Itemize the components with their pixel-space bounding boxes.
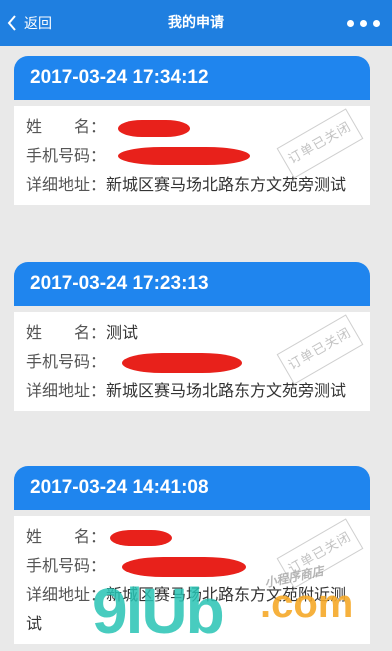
order-details: 姓 名： 手机号码： 详细地址：新城区赛马场北路东方文苑旁测试 订单已关闭 [14,106,370,205]
name-label: 姓 名： [26,117,107,136]
order-card[interactable]: 2017-03-24 17:23:13 姓 名： 测试 手机号码： 详细地址：新… [14,262,370,411]
phone-label: 手机号码： [26,352,107,371]
redaction-mark [118,120,190,137]
watermark-suffix: .com [260,582,354,626]
page-title: 我的申请 [168,15,224,31]
order-card[interactable]: 2017-03-24 17:34:12 姓 名： 手机号码： 详细地址：新城区赛… [14,56,370,205]
watermark-main: 9lUb [92,575,225,647]
address-label: 详细地址： [26,175,107,194]
name-label: 姓 名： [26,323,107,342]
address-value: 新城区赛马场北路东方文苑旁测试 [106,175,347,194]
top-navigation-bar: 返回 我的申请 [0,0,392,46]
back-label: 返回 [24,16,52,32]
order-details: 姓 名： 测试 手机号码： 详细地址：新城区赛马场北路东方文苑旁测试 订单已关闭 [14,312,370,411]
back-button[interactable]: 返回 [6,0,52,46]
site-watermark: 9lUb 小程序商店 .com [92,564,392,651]
redaction-mark [122,353,242,373]
order-date: 2017-03-24 14:41:08 [14,466,370,510]
chevron-left-icon [7,15,16,31]
order-date: 2017-03-24 17:23:13 [14,262,370,306]
address-row: 详细地址：新城区赛马场北路东方文苑旁测试 [26,170,360,199]
redaction-mark [110,530,172,546]
redaction-mark [118,147,250,165]
address-label: 详细地址： [26,381,107,400]
phone-label: 手机号码： [26,146,107,165]
more-dots-icon[interactable] [347,0,380,46]
name-label: 姓 名： [26,527,107,546]
address-row: 详细地址：新城区赛马场北路东方文苑旁测试 [26,376,360,405]
address-value: 新城区赛马场北路东方文苑旁测试 [106,381,347,400]
name-value: 测试 [106,323,139,342]
order-date: 2017-03-24 17:34:12 [14,56,370,100]
